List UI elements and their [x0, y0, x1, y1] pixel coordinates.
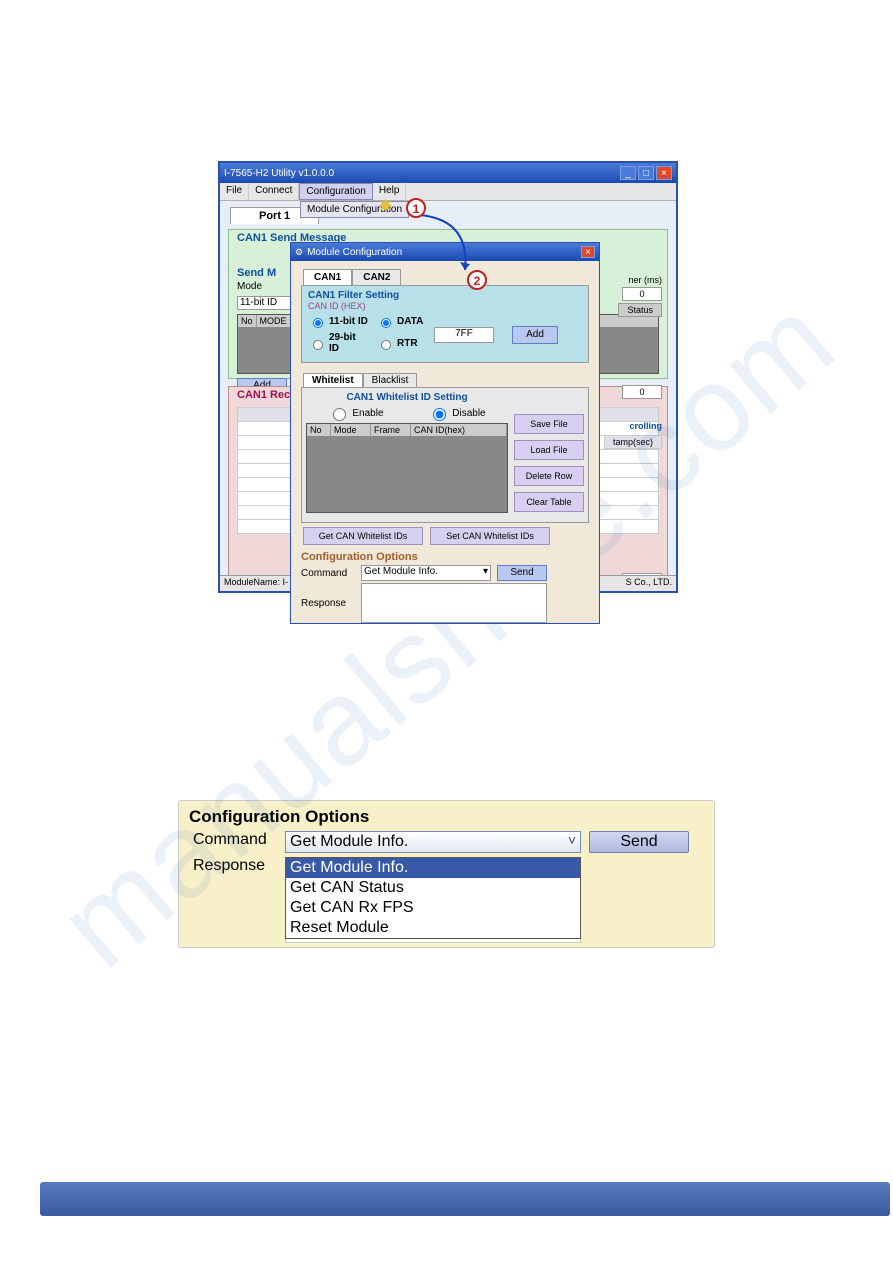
wl-col-no: No — [307, 424, 331, 436]
response-label: Response — [301, 598, 355, 609]
e-send-button[interactable]: Send — [589, 831, 689, 853]
dl-item-reset-module[interactable]: Reset Module — [286, 918, 580, 938]
close-button[interactable]: × — [656, 166, 672, 180]
config-options: Configuration Options Command Get Module… — [301, 551, 589, 623]
response-textbox[interactable] — [361, 583, 547, 623]
radio-data[interactable]: DATA — [376, 315, 426, 328]
filter-subtitle: CAN ID (HEX) — [308, 301, 582, 311]
config-options-title: Configuration Options — [301, 551, 589, 563]
e-command-label: Command — [193, 831, 277, 849]
menubar: File Connect Configuration Help — [220, 183, 676, 201]
dialog-close-button[interactable]: × — [581, 246, 595, 258]
command-dropdown-list[interactable]: Get Module Info. Get CAN Status Get CAN … — [285, 857, 581, 939]
dl-item-get-can-status[interactable]: Get CAN Status — [286, 878, 580, 898]
wl-col-canid: CAN ID(hex) — [411, 424, 507, 436]
filter-add-button[interactable]: Add — [512, 326, 558, 344]
can-tabs: CAN1 CAN2 — [303, 269, 599, 285]
tab-whitelist[interactable]: Whitelist — [303, 373, 363, 387]
get-whitelist-button[interactable]: Get CAN Whitelist IDs — [303, 527, 423, 545]
col-no: No — [238, 315, 257, 327]
status-company: S Co., LTD. — [626, 577, 672, 590]
dl-item-get-can-rx-fps[interactable]: Get CAN Rx FPS — [286, 898, 580, 918]
enlarged-config-options: Configuration Options Command Get Module… — [178, 800, 715, 948]
col-mode: MODE — [257, 315, 291, 327]
annotation-2: 2 — [467, 270, 487, 290]
whitelist-panel: CAN1 Whitelist ID Setting Enable Disable… — [301, 387, 589, 523]
tamp-header: tamp(sec) — [604, 435, 662, 449]
wl-tabs: Whitelist Blacklist — [303, 373, 599, 387]
dialog-title: Module Configuration — [295, 247, 579, 258]
status-module-name: ModuleName: I- — [224, 577, 288, 590]
main-title: I-7565-H2 Utility v1.0.0.0 — [224, 168, 618, 179]
page-footer-bar — [40, 1182, 890, 1216]
radio-rtr[interactable]: RTR — [376, 337, 426, 350]
main-titlebar: I-7565-H2 Utility v1.0.0.0 _ □ × — [220, 163, 676, 183]
minimize-button[interactable]: _ — [620, 166, 636, 180]
mode-label: Mode — [237, 281, 262, 292]
dialog-titlebar: Module Configuration × — [291, 243, 599, 261]
e-command-select[interactable]: Get Module Info. — [285, 831, 581, 853]
radio-29bit[interactable]: 29-bit ID — [308, 332, 368, 354]
save-file-button[interactable]: Save File — [514, 414, 584, 434]
delete-row-button[interactable]: Delete Row — [514, 466, 584, 486]
tab-can2[interactable]: CAN2 — [352, 269, 401, 285]
radio-11bit[interactable]: 11-bit ID — [308, 315, 368, 328]
e-response-label: Response — [193, 857, 277, 875]
send-zero-box: 0 — [622, 385, 662, 399]
whitelist-grid[interactable]: No Mode Frame CAN ID(hex) — [306, 423, 508, 513]
set-whitelist-button[interactable]: Set CAN Whitelist IDs — [430, 527, 550, 545]
timer-value[interactable]: 0 — [622, 287, 662, 301]
load-file-button[interactable]: Load File — [514, 440, 584, 460]
command-label: Command — [301, 568, 355, 579]
mode-select[interactable]: 11-bit ID — [237, 296, 297, 310]
config-send-button[interactable]: Send — [497, 565, 547, 581]
hex-id-input[interactable]: 7FF — [434, 327, 494, 343]
side-buttons: Save File Load File Delete Row Clear Tab… — [514, 392, 584, 518]
scrolling-label: crolling — [629, 421, 662, 431]
menu-configuration[interactable]: Configuration — [299, 183, 372, 200]
menu-connect[interactable]: Connect — [249, 183, 299, 200]
whitelist-title: CAN1 Whitelist ID Setting — [306, 392, 508, 403]
tab-can1[interactable]: CAN1 — [303, 269, 352, 285]
dl-item-get-module-info[interactable]: Get Module Info. — [286, 858, 580, 878]
clear-table-button[interactable]: Clear Table — [514, 492, 584, 512]
menu-file[interactable]: File — [220, 183, 249, 200]
click-burst-icon: ✸ — [378, 196, 393, 217]
radio-disable[interactable]: Disable — [428, 405, 485, 421]
command-select[interactable]: Get Module Info. — [361, 565, 491, 581]
tab-blacklist[interactable]: Blacklist — [363, 373, 418, 387]
radio-enable[interactable]: Enable — [328, 405, 383, 421]
status-header: Status — [618, 303, 662, 317]
filter-title: CAN1 Filter Setting — [308, 290, 582, 301]
module-config-dialog: Module Configuration × CAN1 CAN2 CAN1 Fi… — [290, 242, 600, 624]
maximize-button[interactable]: □ — [638, 166, 654, 180]
filter-setting-box: CAN1 Filter Setting CAN ID (HEX) 11-bit … — [301, 285, 589, 363]
wl-col-mode: Mode — [331, 424, 371, 436]
wl-col-frame: Frame — [371, 424, 411, 436]
timer-label: ner (ms) — [629, 275, 663, 285]
annotation-1: 1 — [406, 198, 426, 218]
e-title: Configuration Options — [179, 801, 714, 829]
